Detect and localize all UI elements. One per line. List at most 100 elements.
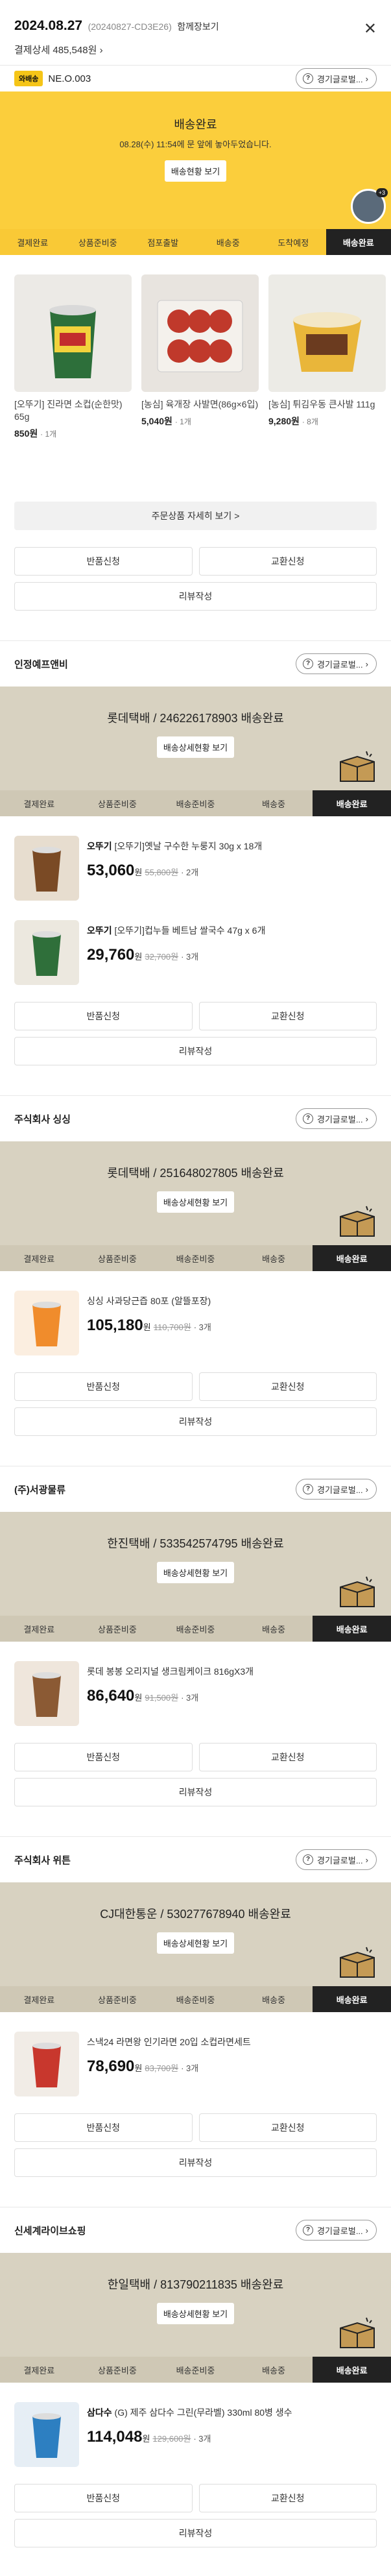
product-card[interactable]: [농심] 튀김우동 큰사발 111g 9,280원 · 8개 [268, 274, 386, 502]
shipping-steps: 결제완료 상품준비중 배송준비중 배송중 배송완료 [0, 790, 391, 816]
order-item-name: 롯데 봉봉 오리지널 생크림케이크 816gX3개 [87, 1666, 254, 1677]
order-item-info: 싱싱 사과당근즙 80포 (알뜰포장) 105,180원 110,700원 · 3개 [87, 1291, 211, 1355]
product-image-cup-ramen [14, 274, 132, 392]
order-item-name: [오뚜기]컵누들 베트남 쌀국수 47g x 6개 [114, 925, 266, 936]
shipping-steps: 결제완료 상품준비중 배송준비중 배송중 배송완료 [0, 1245, 391, 1271]
order-item-image [14, 1661, 79, 1726]
question-icon: ? [303, 1484, 314, 1494]
order-item-info: 삼다수 (G) 제주 삼다수 그린(무라벨) 330ml 80병 생수 114,0… [87, 2402, 292, 2467]
seller-inquiry-button[interactable]: ? 경기글로벌... › [296, 68, 377, 89]
seller-header: 주식회사 싱싱? 경기글로벌... › [0, 1096, 391, 1141]
order-item-name: [오뚜기]옛날 구수한 누룽지 30g x 18개 [114, 841, 263, 851]
order-item-name-line: 스낵24 라면왕 인기라면 20입 소컵라면세트 [87, 2035, 251, 2048]
shipping-detail-button[interactable]: 배송상세현황 보기 [156, 2303, 235, 2324]
seller-header: 신세계라이브쇼핑 ? 경기글로벌... › [0, 2207, 391, 2253]
shipping-carrier-status: 롯데택배 / 246226178903 배송완료 [107, 712, 284, 725]
shipping-detail-button[interactable]: 배송상세현황 보기 [156, 1191, 235, 1213]
exchange-button[interactable]: 교환신청 [198, 1002, 377, 1030]
seller-inquiry-button[interactable]: ? 경기글로벌... › [296, 2220, 377, 2241]
return-button[interactable]: 반품신청 [14, 2113, 193, 2142]
shipping-carrier-status: 한진택배 / 533542574795 배송완료 [107, 1537, 284, 1550]
step-item: 상품준비중 [97, 2365, 137, 2376]
product-price-value: 9,280원 [268, 416, 300, 426]
seller-header: 주식회사 위튼? 경기글로벌... › [0, 1837, 391, 1882]
return-button[interactable]: 반품신청 [14, 1372, 193, 1401]
order-item-brand: 오뚜기 [87, 841, 112, 851]
return-button[interactable]: 반품신청 [14, 547, 193, 576]
currency-unit: 원 [143, 1322, 151, 1332]
seller-name: 신세계라이브쇼핑 [14, 2225, 86, 2237]
order-item-original-price: 83,700원 [145, 2063, 179, 2073]
question-icon: ? [303, 73, 314, 84]
shipping-detail-button[interactable]: 배송상세현황 보기 [156, 736, 235, 758]
delivery-store-bar: 와배송 NE.O.003 ? 경기글로벌... › [0, 66, 391, 91]
seller-section: 인정예프앤비? 경기글로벌... › 롯데택배 / 246226178903 배송완료… [0, 640, 391, 1065]
review-button[interactable]: 리뷰작성 [14, 1037, 377, 1065]
order-item[interactable]: 싱싱 사과당근즙 80포 (알뜰포장) 105,180원 110,700원 · 3개 [0, 1291, 391, 1355]
order-number: (20240827-CD3E26) [88, 21, 172, 32]
return-button[interactable]: 반품신청 [14, 1002, 193, 1030]
shipping-status-banner: 한일택배 / 813790211835 배송완료배송상세현황 보기 [0, 2253, 391, 2357]
order-item-image [14, 1291, 79, 1355]
review-button[interactable]: 리뷰작성 [14, 2519, 377, 2547]
order-item-image [14, 920, 79, 985]
review-button[interactable]: 리뷰작성 [14, 1407, 377, 1436]
exchange-button[interactable]: 교환신청 [198, 2113, 377, 2142]
shipping-status-banner: 롯데택배 / 251648027805 배송완료 배송상세현황 보기 [0, 1141, 391, 1245]
together-shopping-label: 함께장보기 [177, 21, 219, 32]
seller-section: (주)서광물류? 경기글로벌... › 한진택배 / 533542574795 배송완… [0, 1466, 391, 1806]
delivery-status-desc: 08.28(수) 11:54에 문 앞에 놓아두었습니다. [119, 140, 272, 149]
order-item-price: 53,060 [87, 862, 135, 879]
seller-inquiry-label: 경기글로벌... [317, 1114, 363, 1124]
order-item-brand: 오뚜기 [87, 925, 112, 936]
review-button[interactable]: 리뷰작성 [14, 582, 377, 611]
product-price-value: 850원 [14, 428, 38, 439]
return-button[interactable]: 반품신청 [14, 2484, 193, 2512]
seller-inquiry-button[interactable]: ? 경기글로벌... › [296, 1479, 377, 1500]
order-item-price: 86,640 [87, 1687, 135, 1705]
order-item[interactable]: 오뚜기 [오뚜기]컵누들 베트남 쌀국수 47g x 6개 29,760원 32,7… [0, 920, 391, 985]
exchange-button[interactable]: 교환신청 [198, 547, 377, 576]
exchange-button[interactable]: 교환신청 [198, 1743, 377, 1771]
order-item-name-line: 오뚜기 [오뚜기]컵누들 베트남 쌀국수 47g x 6개 [87, 924, 265, 937]
return-button[interactable]: 반품신청 [14, 1743, 193, 1771]
shipping-carrier-status: 한일택배 / 813790211835 배송완료 [107, 2278, 284, 2291]
step-item: 배송중 [262, 799, 286, 809]
close-icon[interactable]: ✕ [364, 19, 377, 38]
chevron-right-icon: › [365, 73, 368, 84]
shipping-detail-button[interactable]: 배송상세현황 보기 [156, 1932, 235, 1954]
order-item[interactable]: 롯데 봉봉 오리지널 생크림케이크 816gX3개 86,640원 91,500원 ·… [0, 1661, 391, 1726]
review-button[interactable]: 리뷰작성 [14, 1778, 377, 1806]
order-item-original-price: 110,700원 [153, 1322, 191, 1332]
order-item-original-price: 129,600원 [152, 2434, 191, 2444]
seller-inquiry-button[interactable]: ? 경기글로벌... › [296, 1849, 377, 1870]
product-qty: · 8개 [302, 417, 318, 426]
order-item[interactable]: 삼다수 (G) 제주 삼다수 그린(무라벨) 330ml 80병 생수 114,0… [0, 2402, 391, 2467]
step-item-current: 배송완료 [313, 1616, 391, 1642]
delivery-status-button[interactable]: 배송현황 보기 [164, 160, 227, 182]
exchange-button[interactable]: 교환신청 [198, 2484, 377, 2512]
product-card[interactable]: [오뚜기] 진라면 소컵(순한맛) 65g 850원 · 1개 [14, 274, 132, 502]
product-card[interactable]: [농심] 육개장 사발면(86g×6입) 5,040원 · 1개 [141, 274, 259, 502]
step-item: 결제완료 [23, 1995, 55, 2005]
order-item[interactable]: 스낵24 라면왕 인기라면 20입 소컵라면세트 78,690원 83,700원 · … [0, 2032, 391, 2096]
seller-inquiry-button[interactable]: ? 경기글로벌... › [296, 653, 377, 674]
seller-inquiry-button[interactable]: ? 경기글로벌... › [296, 1108, 377, 1129]
order-items-detail-button[interactable]: 주문상품 자세히 보기 > [14, 502, 377, 530]
seller-inquiry-label: 경기글로벌... [317, 1485, 363, 1495]
step-item: 결제완료 [23, 1624, 55, 1634]
payment-detail-link[interactable]: 결제상세 485,548원 › [14, 43, 377, 56]
step-item: 배송중 [262, 1624, 286, 1634]
step-item: 상품준비중 [97, 1254, 137, 1264]
order-item[interactable]: 오뚜기 [오뚜기]옛날 구수한 누룽지 30g x 18개 53,060원 55,8… [0, 836, 391, 901]
order-item-price-line: 114,048원 129,600원 · 3개 [87, 2428, 292, 2446]
question-icon: ? [303, 659, 314, 669]
review-button[interactable]: 리뷰작성 [14, 2148, 377, 2177]
exchange-button[interactable]: 교환신청 [198, 1372, 377, 1401]
delivery-photo-avatar[interactable]: +3 [351, 188, 388, 224]
order-action-row: 반품신청 교환신청 [14, 2484, 377, 2512]
order-item-quantity: · 3개 [181, 2063, 199, 2073]
shipping-detail-button[interactable]: 배송상세현황 보기 [156, 1562, 235, 1583]
order-item-name-line: 삼다수 (G) 제주 삼다수 그린(무라벨) 330ml 80병 생수 [87, 2406, 292, 2419]
order-item-name-line: 오뚜기 [오뚜기]옛날 구수한 누룽지 30g x 18개 [87, 840, 262, 853]
